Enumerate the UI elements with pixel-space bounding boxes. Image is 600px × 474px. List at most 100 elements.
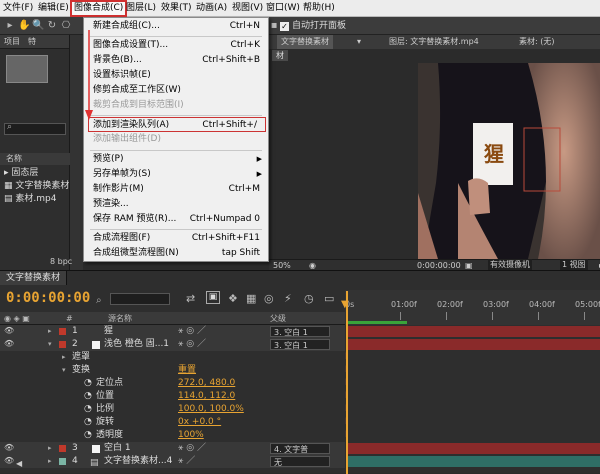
comp-selector[interactable]: 材 [272,50,288,61]
menu-effect[interactable]: 效果(T) [161,0,192,17]
label-color-swatch[interactable] [59,328,66,335]
tab-composition[interactable]: 文字替换素材 [277,35,333,49]
layer-switches[interactable]: ⚹ ◎ ／ [178,338,206,351]
eye-icon[interactable]: 👁 [4,327,14,335]
expand-arrow-icon[interactable]: ▸ [48,442,52,455]
parent-select[interactable]: 3. 空白 1 [270,326,330,337]
rotate-tool-icon[interactable]: ↻ [46,20,58,32]
frame-blending-icon[interactable]: ▦ [246,292,256,305]
column-source-name[interactable]: 源名称 [108,312,132,325]
menu-item-preview[interactable]: 预览(P) ▶ [84,152,268,167]
stopwatch-icon[interactable]: ◔ [84,403,92,416]
stopwatch-icon[interactable]: ◔ [84,429,92,442]
menu-item-background-color[interactable]: 背景色(B)... Ctrl+Shift+B [84,53,268,68]
property-value[interactable]: 100.0, 100.0% [178,403,244,416]
menu-help[interactable]: 帮助(H) [303,0,335,17]
expand-arrow-icon[interactable]: ▸ [48,325,52,338]
menu-edit[interactable]: 编辑(E) [38,0,69,17]
menu-item-make-movie[interactable]: 制作影片(M) Ctrl+M [84,182,268,197]
speaker-icon[interactable]: ◀ [16,457,22,470]
property-value[interactable]: 114.0, 112.0 [178,390,235,403]
stopwatch-icon[interactable]: ◔ [84,416,92,429]
layer-duration-bar[interactable] [347,326,600,337]
layer-row[interactable]: 👁 ◀ ▸ 4 ▤ 文字替换素材...4 ⚹ ／ 无 [0,455,345,468]
hide-shy-layers-icon[interactable]: ❖ [228,292,238,305]
layer-row[interactable]: 👁 ▸ 1 猩 ⚹ ◎ ／ 3. 空白 1 [0,325,345,338]
tab-footage[interactable]: 素材: (无) [515,35,558,49]
layer-name[interactable]: 猩 [104,325,113,338]
property-row[interactable]: ◔ 比例 100.0, 100.0% [0,403,345,416]
layer-name[interactable]: 空白 1 [104,442,131,455]
layer-switches[interactable]: ⚹ ◎ ／ [178,325,206,338]
comp-button-icon[interactable]: ▭ [324,292,334,305]
auto-open-panels[interactable]: ✓ 自动打开面板 [280,19,346,33]
bit-depth-label[interactable]: 8 bpc [50,257,72,266]
checkbox-checked-icon[interactable]: ✓ [280,22,289,31]
expand-arrow-icon[interactable]: ▾ [62,364,66,377]
menu-layer[interactable]: 图层(L) [126,0,156,17]
property-row[interactable]: ◔ 旋转 0x +0.0 ° [0,416,345,429]
expand-arrow-icon[interactable]: ▸ [62,351,66,364]
property-value[interactable]: 100% [178,429,204,442]
property-row[interactable]: ◔ 位置 114.0, 112.0 [0,390,345,403]
layer-duration-bar[interactable] [347,456,600,467]
property-row[interactable]: ◔ 透明度 100% [0,429,345,442]
menu-window[interactable]: 窗口(W) [266,0,300,17]
project-item[interactable]: ▸ 固态层 [4,167,38,180]
expand-arrow-icon[interactable]: ▸ [48,455,52,468]
current-time[interactable]: 0:00:00:00 [6,290,90,306]
menu-composition[interactable]: 图像合成(C) [70,0,128,17]
column-parent[interactable]: 父级 [270,312,286,325]
menu-item-trim-to-work-area[interactable]: 修剪合成至工作区(W) [84,83,268,98]
layer-row[interactable]: 👁 ▸ 3 空白 1 ⚹ ◎ ／ 4. 文字普 [0,442,345,455]
label-color-swatch[interactable] [59,458,66,465]
views-select[interactable]: 1 视图 [560,259,588,270]
layer-duration-bar[interactable] [347,339,600,350]
property-group-row[interactable]: ▸ 遮罩 [0,351,345,364]
menu-item-new-comp[interactable]: 新建合成组(C)... Ctrl+N [84,19,268,34]
property-value[interactable]: 272.0, 480.0 [178,377,235,390]
work-area-bar[interactable] [347,321,407,324]
project-search-input[interactable]: ⌕ [4,122,66,135]
menu-item-set-poster-frame[interactable]: 设置标识帧(E) [84,68,268,83]
hand-tool-icon[interactable]: ✋ [18,20,30,32]
layer-switches[interactable]: ⚹ ◎ ／ [178,442,206,455]
eye-icon[interactable]: 👁 [4,457,14,465]
selection-tool-icon[interactable]: ▸ [4,20,16,32]
brainstorm-icon[interactable]: ⚡ [284,292,292,305]
composition-viewer[interactable]: 猩 [418,63,600,259]
menu-item-save-frame-as[interactable]: 另存单帧为(S) ▶ [84,167,268,182]
reset-link[interactable]: 重置 [178,364,196,377]
stopwatch-icon[interactable]: ◔ [84,390,92,403]
comp-dropdown-icon[interactable]: ▾ [353,35,365,49]
graph-editor-icon[interactable]: ◷ [304,292,314,305]
draft-3d-icon[interactable]: ▣ [206,291,220,304]
project-column-name[interactable]: 名称 [0,153,70,165]
tab-effects[interactable]: 特 [24,35,40,49]
eye-icon[interactable]: 👁 [4,444,14,452]
menu-animation[interactable]: 动画(A) [196,0,227,17]
label-color-swatch[interactable] [59,341,66,348]
menu-item-comp-flowchart[interactable]: 合成流程图(F) Ctrl+Shift+F11 [84,231,268,246]
property-value[interactable]: 0x +0.0 ° [178,416,221,429]
camera-tool-icon[interactable]: ⎔ [60,20,72,32]
property-group-row[interactable]: ▾ 变换 重置 [0,364,345,377]
project-item[interactable]: ▦ 文字替换素材 [4,180,69,193]
parent-select[interactable]: 无 [270,456,330,467]
comp-mini-flowchart-icon[interactable]: ⇄ [186,292,195,305]
layer-duration-bar[interactable] [347,443,600,454]
menu-item-save-ram-preview[interactable]: 保存 RAM 预览(R)... Ctrl+Numpad 0 [84,212,268,227]
timeline-search-input[interactable] [110,293,170,305]
layer-name[interactable]: 文字替换素材...4 [104,455,172,468]
parent-select[interactable]: 4. 文字普 [270,443,330,454]
tab-timeline-comp[interactable]: 文字替换素材 [0,271,68,285]
property-row[interactable]: ◔ 定位点 272.0, 480.0 [0,377,345,390]
stopwatch-icon[interactable]: ◔ [84,377,92,390]
playhead-icon[interactable]: ▼ [341,299,349,310]
snap-icon[interactable]: ▪ [268,20,280,32]
motion-blur-icon[interactable]: ◎ [264,292,274,305]
search-icon[interactable]: ⌕ [96,295,102,306]
menu-item-mini-flowchart[interactable]: 合成组微型流程图(N) tap Shift [84,246,268,261]
eye-icon[interactable]: 👁 [4,340,14,348]
project-item[interactable]: ▤ 素材.mp4 [4,193,56,206]
